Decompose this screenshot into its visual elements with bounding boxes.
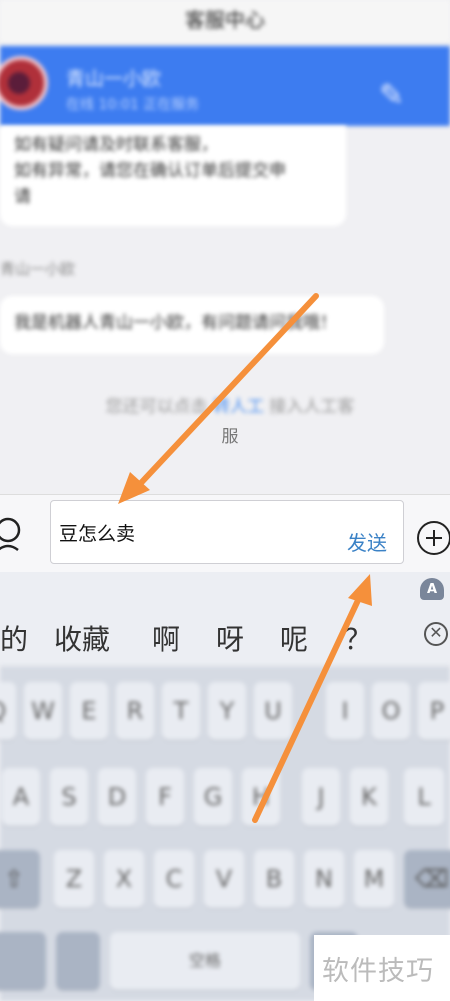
key[interactable]: C bbox=[154, 850, 194, 908]
candidate-item[interactable]: 呀 bbox=[216, 618, 244, 658]
key[interactable]: E bbox=[70, 682, 108, 740]
key[interactable]: B bbox=[254, 850, 294, 908]
key[interactable]: T bbox=[162, 682, 200, 740]
watermark: 软件技巧 bbox=[314, 935, 450, 1001]
key[interactable]: Q bbox=[0, 682, 16, 740]
close-candidates-icon[interactable]: ✕ bbox=[424, 622, 448, 646]
key[interactable]: U bbox=[254, 682, 292, 740]
avatar bbox=[0, 56, 48, 110]
key[interactable]: I bbox=[326, 682, 364, 740]
system-note: 您还可以点击 转人工 接入人工客 服 bbox=[50, 392, 410, 452]
key[interactable]: O bbox=[372, 682, 410, 740]
key[interactable]: X bbox=[104, 850, 144, 908]
send-button[interactable]: 发送 bbox=[347, 527, 387, 556]
title-bar: 客服中心 bbox=[0, 0, 450, 42]
ime-ai-icon[interactable]: A bbox=[420, 578, 444, 600]
candidate-item[interactable]: 啊 bbox=[152, 618, 180, 658]
key[interactable]: R bbox=[116, 682, 154, 740]
transfer-human-link[interactable]: 转人工 bbox=[213, 397, 264, 417]
input-bar: 豆怎么卖 发送 bbox=[0, 494, 450, 573]
message-bubble: 如有疑问请及时联系客服， 如有异常，请您在确认订单后提交申 请 bbox=[0, 126, 346, 226]
backspace-key[interactable]: ⌫ bbox=[404, 850, 450, 908]
key[interactable]: M bbox=[354, 850, 394, 908]
key[interactable]: Z bbox=[54, 850, 94, 908]
agent-status: 在线 10:01 正在服务 bbox=[66, 97, 200, 113]
shift-key[interactable]: ⇧ bbox=[0, 850, 40, 908]
candidate-item[interactable]: 的 bbox=[0, 618, 28, 658]
system-note-suffix: 接入人工客 bbox=[264, 397, 355, 417]
watermark-text: 软件技巧 bbox=[322, 956, 434, 987]
key[interactable]: A bbox=[2, 768, 40, 826]
message-line: 如有疑问请及时联系客服， bbox=[14, 135, 218, 155]
message-input[interactable]: 豆怎么卖 发送 bbox=[50, 500, 404, 564]
key[interactable]: P bbox=[418, 682, 450, 740]
message-line: 请 bbox=[14, 187, 31, 207]
key[interactable]: J bbox=[302, 768, 340, 826]
candidate-item[interactable]: 收藏 bbox=[54, 618, 110, 658]
plus-icon[interactable] bbox=[417, 521, 450, 555]
key[interactable]: V bbox=[204, 850, 244, 908]
key[interactable]: S bbox=[50, 768, 88, 826]
mode-key[interactable] bbox=[0, 932, 46, 990]
emoji-key[interactable] bbox=[56, 932, 100, 990]
agent-banner: 青山一小欧 在线 10:01 正在服务 ✎ bbox=[0, 46, 450, 126]
system-note-prefix: 您还可以点击 bbox=[105, 397, 213, 417]
candidate-item[interactable]: 呢 bbox=[280, 618, 308, 658]
key[interactable]: N bbox=[304, 850, 344, 908]
key[interactable]: G bbox=[194, 768, 232, 826]
message-line: 如有异常，请您在确认订单后提交申 bbox=[14, 161, 286, 181]
key[interactable]: Y bbox=[208, 682, 246, 740]
message-bubble: 我是机器人青山一小欧，有问题请问我哦！ bbox=[0, 296, 384, 354]
ime-toolbar: A bbox=[0, 572, 450, 604]
key[interactable]: W bbox=[24, 682, 62, 740]
key[interactable]: F bbox=[146, 768, 184, 826]
key[interactable]: K bbox=[350, 768, 388, 826]
agent-name: 青山一小欧 bbox=[66, 68, 162, 90]
system-note-text: 您还可以点击 转人工 接入人工客 bbox=[106, 392, 355, 422]
key[interactable]: D bbox=[98, 768, 136, 826]
customer-service-icon[interactable] bbox=[0, 513, 26, 553]
sender-name: 青山一小欧 bbox=[0, 260, 76, 278]
key[interactable]: L bbox=[404, 768, 444, 826]
space-key[interactable]: 空格 bbox=[110, 932, 300, 990]
key[interactable]: H bbox=[242, 768, 280, 826]
message-input-value: 豆怎么卖 bbox=[59, 523, 136, 545]
service-icon[interactable]: ✎ bbox=[379, 78, 404, 113]
page-title: 客服中心 bbox=[185, 8, 265, 32]
system-note-end: 服 bbox=[221, 427, 239, 447]
candidate-item[interactable]: ？ bbox=[344, 618, 372, 658]
ime-candidate-bar: 的 收藏 啊 呀 呢 ？ ✕ bbox=[0, 604, 450, 666]
